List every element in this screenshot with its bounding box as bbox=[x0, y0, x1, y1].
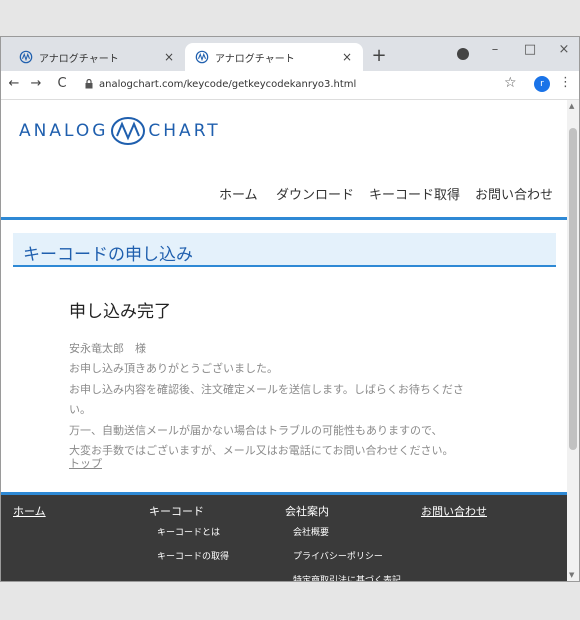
message-line: い。 bbox=[69, 403, 91, 416]
back-button[interactable]: ← bbox=[5, 75, 23, 93]
message-line: 大変お手数ではございますが、メール又はお電話にてお問い合わせください。 bbox=[69, 444, 454, 457]
site-nav-home[interactable]: ホーム bbox=[219, 184, 258, 203]
footer-link-company-overview[interactable]: 会社概要 bbox=[293, 525, 329, 538]
page-scrollbar[interactable]: ▲ ▼ bbox=[567, 100, 579, 581]
footer-heading-company: 会社案内 bbox=[285, 505, 329, 518]
tab-close-icon[interactable]: × bbox=[339, 50, 355, 64]
nav-label: ダウンロード bbox=[276, 188, 355, 203]
maximize-button[interactable]: □ bbox=[518, 42, 542, 60]
browser-toolbar: ← → C analogchart.com/keycode/getkeycode… bbox=[1, 71, 579, 100]
footer-link-keycode-get[interactable]: キーコードの取得 bbox=[157, 549, 229, 562]
address-bar[interactable]: analogchart.com/keycode/getkeycodekanryo… bbox=[85, 74, 525, 94]
recipient-name: 安永竜太郎 様 bbox=[69, 342, 146, 355]
nav-label: お問い合わせ bbox=[475, 188, 554, 203]
lock-icon bbox=[85, 79, 93, 89]
site-nav-contact[interactable]: お問い合わせ bbox=[475, 184, 554, 203]
page-viewport: ANALOG CHART ホーム ダウンロード キーコード取得 お問い合わせ キ… bbox=[1, 100, 567, 581]
logo-text-right: CHART bbox=[148, 121, 221, 141]
footer-link-commerce-law[interactable]: 特定商取引法に基づく表記 bbox=[293, 573, 423, 581]
scroll-up-arrow-icon[interactable]: ▲ bbox=[569, 102, 574, 110]
browser-tab-2[interactable]: アナログチャート × bbox=[185, 43, 363, 71]
analogchart-favicon-icon bbox=[195, 50, 209, 64]
window-close-button[interactable]: × bbox=[552, 42, 576, 60]
site-logo[interactable]: ANALOG CHART bbox=[19, 116, 221, 146]
browser-menu-icon[interactable]: ⋮ bbox=[559, 75, 572, 90]
reload-button[interactable]: C bbox=[53, 75, 71, 93]
message-line: お申し込み内容を確認後、注文確定メールを送信します。しばらくお待ちくださ bbox=[69, 383, 464, 396]
scroll-down-arrow-icon[interactable]: ▼ bbox=[569, 571, 574, 579]
nav-label: ホーム bbox=[219, 188, 258, 203]
scrollbar-thumb[interactable] bbox=[569, 128, 577, 450]
browser-tab-1[interactable]: アナログチャート × bbox=[9, 43, 185, 71]
new-tab-button[interactable]: + bbox=[367, 45, 391, 67]
browser-window: アナログチャート × アナログチャート × + – □ × ← → C anal… bbox=[0, 36, 580, 582]
top-link[interactable]: トップ bbox=[69, 455, 102, 471]
logo-wave-icon bbox=[111, 117, 146, 145]
analogchart-favicon-icon bbox=[19, 50, 33, 64]
message-line: お申し込み頂きありがとうございました。 bbox=[69, 362, 278, 375]
site-footer: ホーム キーコード キーコードとは キーコードの取得 会社案内 会社概要 プライ… bbox=[1, 492, 567, 581]
tab-strip: アナログチャート × アナログチャート × + – □ × bbox=[1, 37, 579, 71]
header-divider bbox=[1, 217, 567, 220]
page-heading: 申し込み完了 bbox=[69, 302, 171, 322]
minimize-button[interactable]: – bbox=[483, 42, 507, 60]
footer-link-contact[interactable]: お問い合わせ bbox=[421, 503, 487, 519]
message-line: 万一、自動送信メールが届かない場合はトラブルの可能性もありますので、 bbox=[69, 424, 443, 437]
tab-title: アナログチャート bbox=[215, 53, 295, 65]
forward-button[interactable]: → bbox=[27, 75, 45, 93]
section-title: キーコードの申し込み bbox=[23, 245, 193, 265]
media-indicator-icon[interactable] bbox=[457, 48, 469, 60]
site-nav-download[interactable]: ダウンロード bbox=[276, 184, 355, 203]
footer-heading-keycode: キーコード bbox=[149, 505, 204, 518]
footer-link-home[interactable]: ホーム bbox=[13, 503, 46, 519]
profile-avatar[interactable]: r bbox=[534, 76, 550, 92]
section-title-bar: キーコードの申し込み bbox=[13, 233, 556, 267]
footer-link-privacy-policy[interactable]: プライバシーポリシー bbox=[293, 549, 383, 562]
bookmark-star-icon[interactable]: ☆ bbox=[504, 75, 517, 91]
nav-label: キーコード取得 bbox=[369, 188, 461, 203]
tab-title: アナログチャート bbox=[39, 53, 119, 65]
url-text: analogchart.com/keycode/getkeycodekanryo… bbox=[99, 78, 357, 90]
tab-close-icon[interactable]: × bbox=[161, 50, 177, 64]
footer-link-keycode-about[interactable]: キーコードとは bbox=[157, 525, 220, 538]
logo-text-left: ANALOG bbox=[19, 121, 109, 141]
site-nav-keycode[interactable]: キーコード取得 bbox=[369, 184, 461, 203]
